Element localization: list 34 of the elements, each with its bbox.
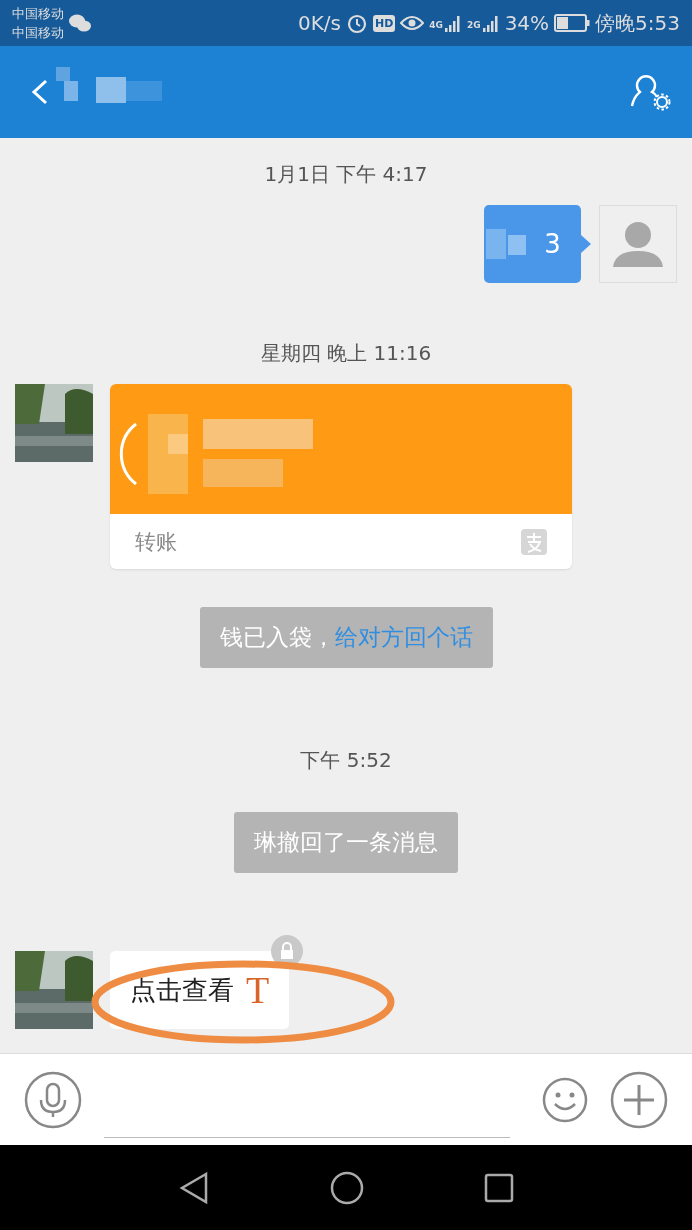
network-speed: 0K/s [297,11,341,35]
chat-app-icon [68,13,92,33]
recent-apps-icon[interactable] [484,1172,514,1203]
battery-icon [554,14,591,32]
timestamp: 下午 5:52 [300,747,392,774]
home-nav-icon[interactable] [330,1170,364,1205]
bubble-tail-icon [581,235,591,253]
hd-badge: HD [372,14,396,32]
clock: 傍晚5:53 [595,9,680,37]
message-text: 点击查看 [130,973,234,1007]
timestamp: 星期四 晚上 11:16 [260,340,432,367]
transfer-label: 转账 [135,528,177,556]
payment-icon [521,528,547,555]
sent-message-bubble[interactable]: 3 [484,205,581,283]
transfer-card[interactable]: 转账 [110,384,572,569]
back-nav-icon[interactable] [178,1170,210,1205]
eye-icon [400,14,425,32]
system-notice: 琳撤回了一条消息 [234,812,458,873]
microphone-icon[interactable] [24,1070,82,1129]
timestamp: 1月1日 下午 4:17 [264,161,428,188]
add-icon[interactable] [610,1070,668,1129]
signal-icon [481,14,500,32]
carrier-name: 中国移动 [12,24,64,42]
emoji-icon[interactable] [542,1076,588,1123]
alarm-icon [345,12,368,34]
text-mark: T [246,968,270,1012]
signal-icon [443,14,462,32]
network-type: 2G [466,19,481,30]
user-avatar[interactable] [599,205,677,283]
carrier-name: 中国移动 [12,5,64,23]
battery-percent: 34% [504,11,550,35]
system-notice: 钱已入袋，给对方回个话 [199,607,493,668]
profile-settings-icon[interactable] [628,72,672,112]
network-type: 4G [429,19,443,30]
